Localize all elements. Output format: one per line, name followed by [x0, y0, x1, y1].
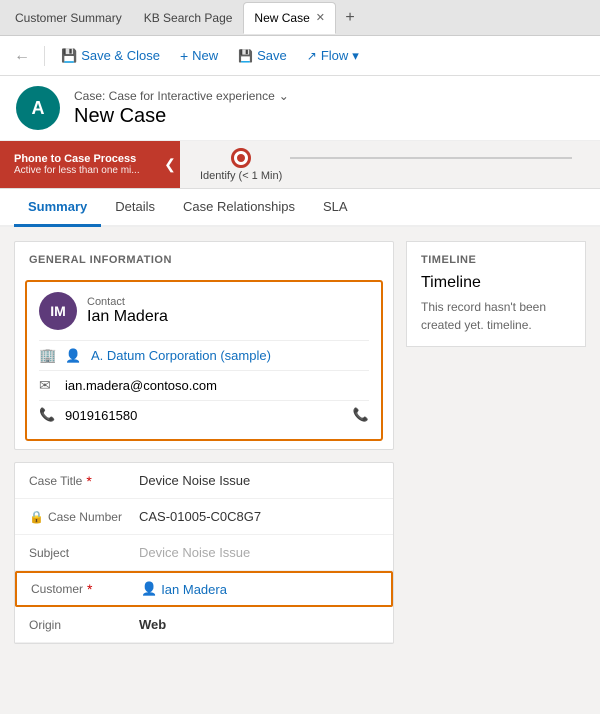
process-phase-title: Phone to Case Process — [14, 153, 146, 165]
case-number-row: 🔒 Case Number CAS-01005-C0C8G7 — [15, 499, 393, 535]
toolbar-divider-1 — [44, 46, 45, 66]
general-info-card: GENERAL INFORMATION IM Contact Ian Mader… — [14, 241, 394, 450]
timeline-empty-text: This record hasn't been created yet. tim… — [421, 298, 571, 334]
process-line — [290, 157, 572, 159]
browser-tabs: Customer Summary KB Search Page New Case… — [0, 0, 600, 36]
breadcrumb[interactable]: Case: Case for Interactive experience ⌄ — [74, 89, 584, 103]
timeline-section-title: TIMELINE — [421, 254, 571, 266]
page-title: New Case — [74, 105, 584, 128]
contact-avatar: IM — [39, 292, 77, 330]
contact-company-row: 🏢 👤 A. Datum Corporation (sample) — [39, 340, 369, 370]
building-icon: 🏢 — [39, 347, 57, 364]
case-title-label: Case Title * — [29, 473, 139, 489]
origin-row: Origin Web — [15, 607, 393, 643]
header-info: Case: Case for Interactive experience ⌄ … — [74, 89, 584, 128]
subject-row: Subject Device Noise Issue — [15, 535, 393, 571]
phone-call-icon[interactable]: 📞 — [353, 407, 369, 423]
subject-label: Subject — [29, 546, 139, 560]
process-step-dot — [231, 148, 251, 168]
nav-tabs: Summary Details Case Relationships SLA — [0, 189, 600, 227]
phone-icon: 📞 — [39, 407, 57, 423]
right-column: TIMELINE Timeline This record hasn't bee… — [406, 241, 586, 697]
case-title-value[interactable]: Device Noise Issue — [139, 473, 379, 488]
process-bar: Phone to Case Process Active for less th… — [0, 141, 600, 189]
add-tab-button[interactable]: + — [336, 4, 364, 32]
tab-details[interactable]: Details — [101, 189, 169, 227]
tab-kb-search[interactable]: KB Search Page — [133, 2, 244, 34]
customer-contact-icon: 👤 — [141, 581, 157, 597]
customer-label: Customer * — [31, 581, 141, 597]
contact-card: IM Contact Ian Madera 🏢 👤 A. Datum Corpo… — [25, 280, 383, 441]
process-step-label: Identify (< 1 Min) — [200, 170, 282, 182]
subject-value[interactable]: Device Noise Issue — [139, 545, 379, 560]
avatar: A — [16, 86, 60, 130]
required-indicator: * — [86, 473, 91, 489]
process-step-identify[interactable]: Identify (< 1 Min) — [200, 148, 282, 182]
customer-value[interactable]: 👤 Ian Madera — [141, 581, 377, 597]
timeline-heading: Timeline — [421, 274, 571, 292]
flow-button[interactable]: ↗ Flow ▾ — [299, 44, 367, 68]
tab-case-relationships[interactable]: Case Relationships — [169, 189, 309, 227]
toolbar: ← 💾 Save & Close + New 💾 Save ↗ Flow ▾ — [0, 36, 600, 76]
page-header: A Case: Case for Interactive experience … — [0, 76, 600, 141]
new-button[interactable]: + New — [172, 44, 226, 68]
contact-email-row: ✉ ian.madera@contoso.com — [39, 370, 369, 400]
process-phase: Phone to Case Process Active for less th… — [0, 141, 160, 188]
tab-customer-summary[interactable]: Customer Summary — [4, 2, 133, 34]
save-icon: 💾 — [238, 49, 253, 63]
timeline-card: TIMELINE Timeline This record hasn't bee… — [406, 241, 586, 347]
save-close-button[interactable]: 💾 Save & Close — [53, 44, 168, 68]
flow-icon: ↗ — [307, 49, 317, 63]
back-button[interactable]: ← — [8, 43, 36, 69]
process-collapse-button[interactable]: ❮ — [160, 141, 180, 188]
tab-new-case[interactable]: New Case ✕ — [243, 2, 336, 34]
save-button[interactable]: 💾 Save — [230, 44, 295, 67]
contact-email: ian.madera@contoso.com — [65, 378, 217, 393]
contact-name: Ian Madera — [87, 308, 168, 326]
case-number-label: 🔒 Case Number — [29, 510, 139, 524]
general-info-title: GENERAL INFORMATION — [15, 242, 393, 272]
process-step-dot-inner — [237, 154, 245, 162]
left-column: GENERAL INFORMATION IM Contact Ian Mader… — [14, 241, 394, 697]
save-close-icon: 💾 — [61, 48, 77, 64]
case-number-value: CAS-01005-C0C8G7 — [139, 509, 379, 524]
flow-dropdown-icon: ▾ — [352, 48, 359, 64]
main-content: GENERAL INFORMATION IM Contact Ian Mader… — [0, 227, 600, 711]
origin-value: Web — [139, 617, 379, 632]
contact-phone: 9019161580 — [65, 408, 137, 423]
contact-header: IM Contact Ian Madera — [39, 292, 369, 330]
tab-summary[interactable]: Summary — [14, 189, 101, 227]
process-phase-subtitle: Active for less than one mi... — [14, 165, 146, 176]
contact-name-area: Contact Ian Madera — [87, 296, 168, 326]
tab-sla[interactable]: SLA — [309, 189, 362, 227]
close-tab-icon[interactable]: ✕ — [316, 11, 325, 24]
contact-label: Contact — [87, 296, 168, 308]
contact-icon: 👤 — [65, 348, 83, 364]
process-steps: Identify (< 1 Min) — [180, 148, 600, 182]
customer-row: Customer * 👤 Ian Madera — [15, 571, 393, 607]
breadcrumb-chevron-icon: ⌄ — [279, 89, 289, 103]
origin-label: Origin — [29, 618, 139, 632]
customer-required-indicator: * — [87, 581, 92, 597]
new-icon: + — [180, 48, 188, 64]
form-card: Case Title * Device Noise Issue 🔒 Case N… — [14, 462, 394, 644]
case-title-row: Case Title * Device Noise Issue — [15, 463, 393, 499]
lock-icon: 🔒 — [29, 510, 44, 524]
contact-phone-row: 📞 9019161580 📞 — [39, 400, 369, 429]
email-icon: ✉ — [39, 377, 57, 394]
contact-company-link[interactable]: A. Datum Corporation (sample) — [91, 348, 271, 363]
